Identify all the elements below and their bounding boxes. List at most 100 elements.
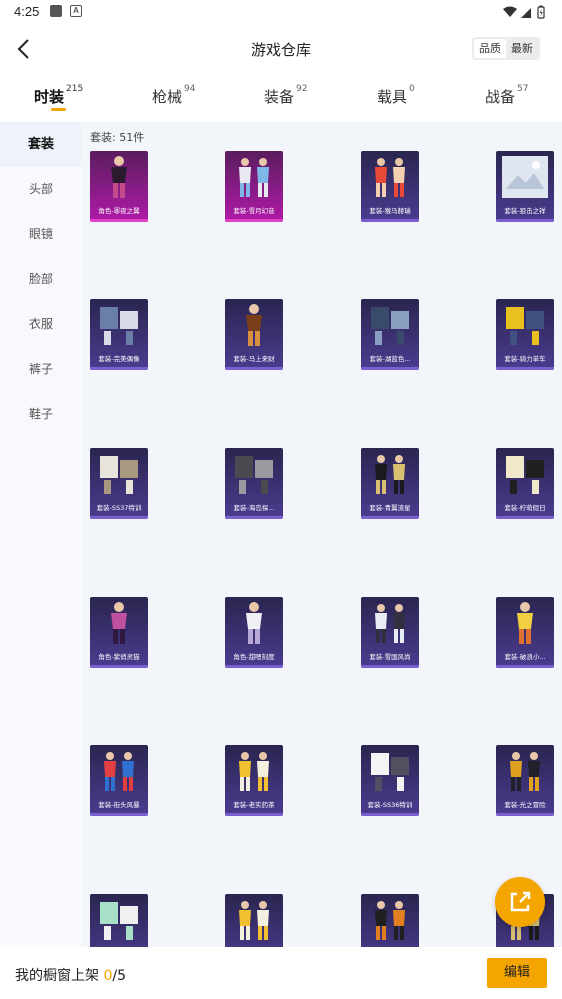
item-caption: 套装-柠萌假日 — [504, 504, 546, 512]
item-caption: 套装-雪国风尚 — [369, 653, 411, 661]
tab-count: 215 — [66, 84, 84, 94]
item-card[interactable]: 套装-柠萌假日 — [496, 448, 554, 519]
item-caption: 角色-甜嗯刻度 — [233, 653, 275, 661]
item-card[interactable]: 套装-海岛探... — [225, 448, 283, 519]
item-card[interactable]: 套装-狙击之祥 — [496, 151, 554, 222]
item-card[interactable]: 套装-湖蓝色... — [361, 299, 419, 370]
item-card[interactable]: 套装-猴马赫瑞 — [361, 151, 419, 222]
item-card[interactable]: 套装-SS36特训 — [361, 745, 419, 816]
battery-icon — [537, 5, 545, 19]
item-card[interactable]: 套装-光之冒险 — [496, 745, 554, 816]
tab-equipment[interactable]: 装备 92 — [264, 84, 307, 107]
item-thumbnail — [496, 299, 554, 351]
item-thumbnail — [361, 151, 419, 203]
sidebar-item-glasses[interactable]: 眼镜 — [0, 212, 82, 257]
rarity-bar — [90, 367, 148, 370]
edit-button[interactable]: 编辑 — [487, 958, 547, 988]
item-caption: 套装-光之冒险 — [504, 801, 546, 809]
sidebar-item-shoes[interactable]: 鞋子 — [0, 392, 82, 437]
app-notification-icon: A — [70, 5, 82, 17]
item-card[interactable] — [90, 894, 148, 947]
rarity-bar — [361, 516, 419, 519]
item-caption: 套装-SS37特训 — [96, 504, 142, 512]
sort-by-quality[interactable]: 品质 — [474, 39, 506, 58]
status-indicators — [502, 4, 548, 23]
sidebar-item-sets[interactable]: 套装 — [0, 122, 82, 167]
rarity-bar — [361, 813, 419, 816]
item-caption: 套装-雪月幻音 — [233, 207, 275, 215]
share-external-icon — [510, 891, 531, 912]
item-thumbnail — [225, 299, 283, 351]
item-card[interactable]: 套装-雪国风尚 — [361, 597, 419, 668]
item-card[interactable]: 套装-街头风暴 — [90, 745, 148, 816]
item-card[interactable]: 套装-雪月幻音 — [225, 151, 283, 222]
tab-label: 战备 — [485, 88, 516, 106]
tab-vehicles[interactable]: 载具 0 — [377, 84, 415, 107]
item-card[interactable] — [361, 894, 419, 947]
item-thumbnail — [361, 448, 419, 500]
shelf-total: 5 — [117, 968, 127, 984]
item-thumbnail — [90, 448, 148, 500]
item-card[interactable]: 套装-马上来财 — [225, 299, 283, 370]
item-thumbnail — [225, 745, 283, 797]
wifi-icon — [503, 6, 517, 17]
rarity-bar — [361, 219, 419, 222]
rarity-bar — [496, 516, 554, 519]
rarity-bar — [90, 219, 148, 222]
item-card[interactable]: 套装-破浪小... — [496, 597, 554, 668]
tab-label: 装备 — [264, 88, 295, 106]
item-caption: 套装-破浪小... — [504, 653, 546, 661]
status-time: 4:25 — [14, 4, 40, 19]
rarity-bar — [225, 219, 283, 222]
sidebar-item-pants[interactable]: 裤子 — [0, 347, 82, 392]
rarity-bar — [90, 516, 148, 519]
item-caption: 套装-SS36特训 — [367, 801, 413, 809]
sort-by-newest[interactable]: 最新 — [506, 39, 538, 58]
item-caption: 套装-狙击之祥 — [504, 207, 546, 215]
rarity-bar — [496, 367, 554, 370]
item-card[interactable]: 套装-SS37特训 — [90, 448, 148, 519]
item-caption: 套装-猴马赫瑞 — [369, 207, 411, 215]
item-thumbnail — [90, 597, 148, 649]
item-card[interactable] — [225, 894, 283, 947]
item-caption: 套装-马上来财 — [233, 355, 275, 363]
item-caption: 套装-海岛探... — [233, 504, 275, 512]
item-thumbnail — [361, 597, 419, 649]
sidebar-item-head[interactable]: 头部 — [0, 167, 82, 212]
item-count-label: 套装: 51件 — [90, 131, 145, 144]
sidebar-item-clothes[interactable]: 衣服 — [0, 302, 82, 347]
item-thumbnail — [90, 299, 148, 351]
item-caption: 套装-老实药茶 — [233, 801, 275, 809]
rarity-bar — [225, 665, 283, 668]
item-card[interactable]: 套装-青翼流星 — [361, 448, 419, 519]
tab-supplies[interactable]: 战备 57 — [485, 84, 528, 107]
item-caption: 角色-罪夜之翼 — [98, 207, 140, 215]
item-card[interactable]: 套装-骑力单车 — [496, 299, 554, 370]
tab-label: 时装 — [34, 88, 65, 106]
item-thumbnail — [90, 151, 148, 203]
item-thumbnail — [496, 745, 554, 797]
tab-weapons[interactable]: 枪械 94 — [152, 84, 196, 107]
tab-count: 0 — [409, 84, 415, 94]
rarity-bar — [90, 813, 148, 816]
sort-toggle: 品质 最新 — [472, 37, 540, 60]
item-card[interactable]: 角色-甜嗯刻度 — [225, 597, 283, 668]
item-card[interactable]: 角色-罪夜之翼 — [90, 151, 148, 222]
item-thumbnail — [90, 894, 148, 946]
item-card[interactable]: 套装-老实药茶 — [225, 745, 283, 816]
rarity-bar — [361, 367, 419, 370]
item-thumbnail — [90, 745, 148, 797]
item-caption: 套装-街头风暴 — [98, 801, 140, 809]
active-tab-indicator — [51, 108, 66, 111]
share-button[interactable] — [495, 877, 545, 927]
tab-count: 94 — [184, 84, 196, 94]
sidebar-item-face[interactable]: 脸部 — [0, 257, 82, 302]
tab-label: 载具 — [377, 88, 408, 106]
item-thumbnail — [225, 448, 283, 500]
tab-fashion[interactable]: 时装 215 — [34, 84, 84, 107]
item-card[interactable]: 套装-完美偶像 — [90, 299, 148, 370]
item-card[interactable]: 角色-紫俏灵猫 — [90, 597, 148, 668]
item-thumbnail — [496, 151, 554, 203]
notification-icon — [50, 5, 62, 17]
item-thumbnail — [225, 597, 283, 649]
